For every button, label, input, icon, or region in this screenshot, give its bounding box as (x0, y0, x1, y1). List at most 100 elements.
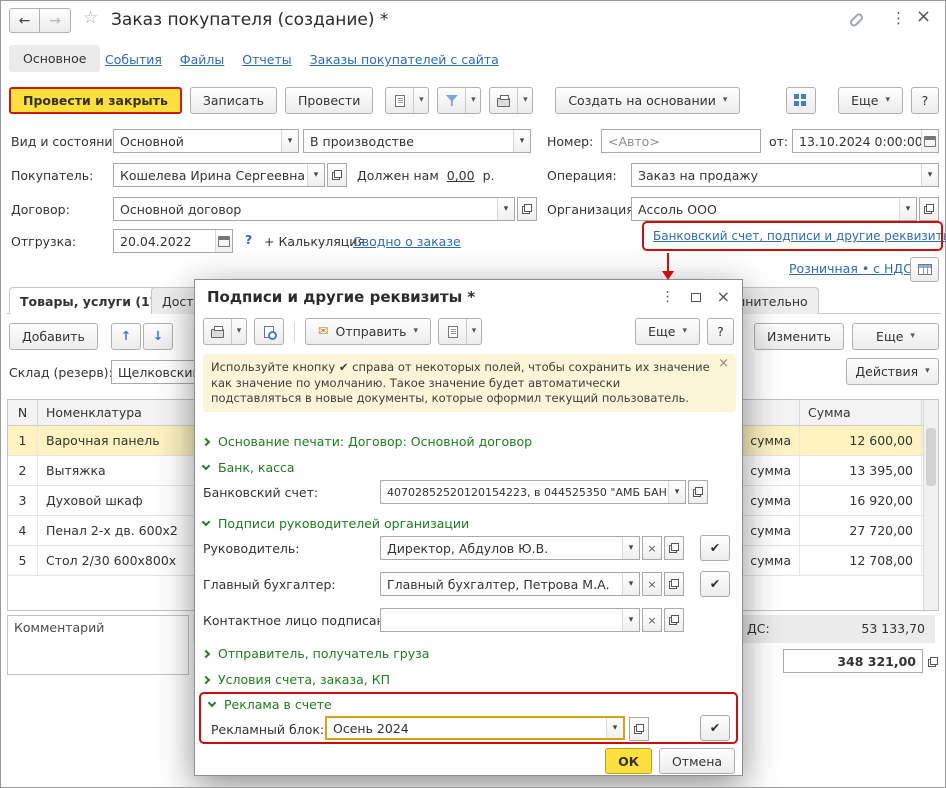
contact-clear-button[interactable] (642, 608, 662, 632)
info-close-icon[interactable] (718, 357, 729, 370)
comment-box[interactable]: Комментарий (7, 615, 189, 675)
order-summary-link[interactable]: Сводно о заказе (353, 234, 461, 249)
calculation-link[interactable]: + Калькуляция (264, 234, 365, 249)
post-button[interactable]: Провести (285, 87, 373, 114)
shipping-date-input[interactable]: 20.04.2022 (113, 229, 233, 253)
help-button[interactable]: ? (911, 87, 939, 114)
contact-signer-label: Контактное лицо подписант: (203, 613, 396, 628)
head-clear-button[interactable] (642, 536, 662, 560)
create-based-on-button[interactable]: Создать на основании (555, 87, 740, 114)
favorite-star-icon[interactable] (83, 10, 98, 27)
save-button[interactable]: Записать (190, 87, 277, 114)
section-sender[interactable]: Отправитель, получатель груза (203, 646, 429, 661)
print-menu-button[interactable] (489, 87, 533, 114)
bank-account-combo[interactable]: 40702852520120154223, в 044525350 "АМБ Б… (380, 480, 686, 504)
back-button[interactable] (9, 8, 40, 33)
close-icon[interactable] (916, 8, 931, 26)
cancel-button[interactable]: Отмена (659, 748, 735, 774)
debt-amount-link[interactable]: 0,00 (447, 168, 475, 183)
order-state-combo[interactable]: В производстве (303, 129, 531, 153)
price-table-button[interactable] (910, 257, 939, 282)
chevron-down-icon (202, 518, 210, 526)
buyer-combo[interactable]: Кошелева Ирина Сергеевна (113, 163, 325, 187)
operation-combo[interactable]: Заказ на продажу (631, 163, 939, 187)
move-down-button[interactable] (143, 323, 173, 350)
ad-block-remember-button[interactable] (700, 715, 730, 741)
price-kind-link[interactable]: Розничная • с НДС (789, 261, 912, 276)
organization-combo[interactable]: Ассоль ООО (631, 197, 917, 221)
section-bank[interactable]: Банк, касса (203, 460, 295, 475)
open-icon (669, 615, 679, 625)
cancel-label: Отмена (672, 754, 722, 769)
dialog-more-button[interactable]: Еще (635, 318, 700, 345)
ad-block-open-button[interactable] (629, 717, 649, 741)
col-n-header[interactable]: N (8, 400, 38, 425)
chevron-down-icon (472, 327, 477, 336)
total-open-icon[interactable] (928, 657, 938, 667)
accountant-clear-button[interactable] (642, 572, 662, 596)
col-sum-header[interactable]: Сумма (800, 400, 922, 425)
items-more-button[interactable]: Еще (852, 323, 939, 350)
buyer-label: Покупатель: (11, 168, 93, 183)
section-terms-label: Условия счета, заказа, КП (218, 672, 390, 687)
dialog-preview-button[interactable] (254, 318, 284, 345)
document-menu-button[interactable] (385, 87, 429, 114)
accountant-remember-button[interactable] (700, 571, 730, 597)
contact-signer-combo[interactable] (380, 608, 640, 632)
contact-open-button[interactable] (664, 608, 684, 632)
head-remember-button[interactable] (700, 535, 730, 561)
section-print-basis[interactable]: Основание печати: Договор: Основной дого… (203, 434, 532, 449)
head-open-button[interactable] (664, 536, 684, 560)
arrow-up-icon (121, 330, 131, 343)
forward-button[interactable] (40, 8, 71, 33)
dialog-document-menu-button[interactable] (438, 318, 482, 345)
ad-block-input[interactable]: Осень 2024 (325, 716, 625, 740)
tab-reports[interactable]: Отчеты (242, 52, 291, 67)
post-and-close-button[interactable]: Провести и закрыть (9, 87, 182, 114)
dialog-kebab-icon[interactable] (661, 290, 675, 304)
section-signatures[interactable]: Подписи руководителей организации (203, 516, 469, 531)
tab-files[interactable]: Файлы (180, 52, 224, 67)
chevron-down-icon (675, 488, 680, 497)
related-documents-button[interactable] (786, 87, 816, 114)
accountant-open-button[interactable] (664, 572, 684, 596)
number-input[interactable]: <Авто> (601, 129, 761, 153)
date-input[interactable]: 13.10.2024 0:00:00 (792, 129, 939, 153)
dialog-close-icon[interactable] (717, 289, 730, 305)
add-row-button[interactable]: Добавить (9, 323, 98, 350)
dialog-toolbar: Отправить Еще ? (203, 318, 734, 345)
shipping-help-link[interactable]: ? (245, 232, 252, 247)
edit-row-button[interactable]: Изменить (754, 323, 844, 350)
send-button[interactable]: Отправить (305, 318, 431, 345)
section-terms[interactable]: Условия счета, заказа, КП (203, 672, 390, 687)
section-ad-label: Реклама в счете (224, 697, 332, 712)
table-scrollbar[interactable] (923, 400, 938, 610)
dialog-maximize-icon[interactable] (691, 293, 701, 302)
contract-open-button[interactable] (517, 197, 537, 221)
total-input[interactable]: 348 321,00 (783, 649, 923, 673)
more-button[interactable]: Еще (838, 87, 903, 114)
accountant-combo[interactable]: Главный бухгалтер, Петрова М.А. (380, 572, 640, 596)
info-message-box: Используйте кнопку ✔ справа от некоторых… (203, 354, 736, 412)
organization-open-button[interactable] (919, 197, 939, 221)
actions-button[interactable]: Действия (846, 358, 939, 385)
kebab-menu-icon[interactable] (891, 11, 906, 26)
chevron-down-icon (925, 367, 930, 376)
filter-menu-button[interactable] (437, 87, 481, 114)
head-combo[interactable]: Директор, Абдулов Ю.В. (380, 536, 640, 560)
tab-main[interactable]: Основное (9, 45, 100, 72)
ok-button[interactable]: ОК (605, 748, 652, 774)
tab-events[interactable]: События (105, 52, 162, 67)
contract-combo[interactable]: Основной договор (113, 197, 515, 221)
dialog-help-button[interactable]: ? (707, 318, 734, 345)
order-kind-combo[interactable]: Основной (113, 129, 299, 153)
get-link-icon[interactable] (848, 12, 864, 28)
section-ad[interactable]: Реклама в счете (209, 697, 332, 712)
bank-details-link[interactable]: Банковский счет, подписи и другие реквиз… (653, 229, 946, 243)
tab-site-orders[interactable]: Заказы покупателей с сайта (310, 52, 499, 67)
buyer-open-button[interactable] (327, 163, 347, 187)
move-up-button[interactable] (111, 323, 141, 350)
bank-account-open-button[interactable] (688, 480, 708, 504)
dialog-print-menu-button[interactable] (203, 318, 247, 345)
scrollbar-thumb[interactable] (926, 428, 936, 486)
